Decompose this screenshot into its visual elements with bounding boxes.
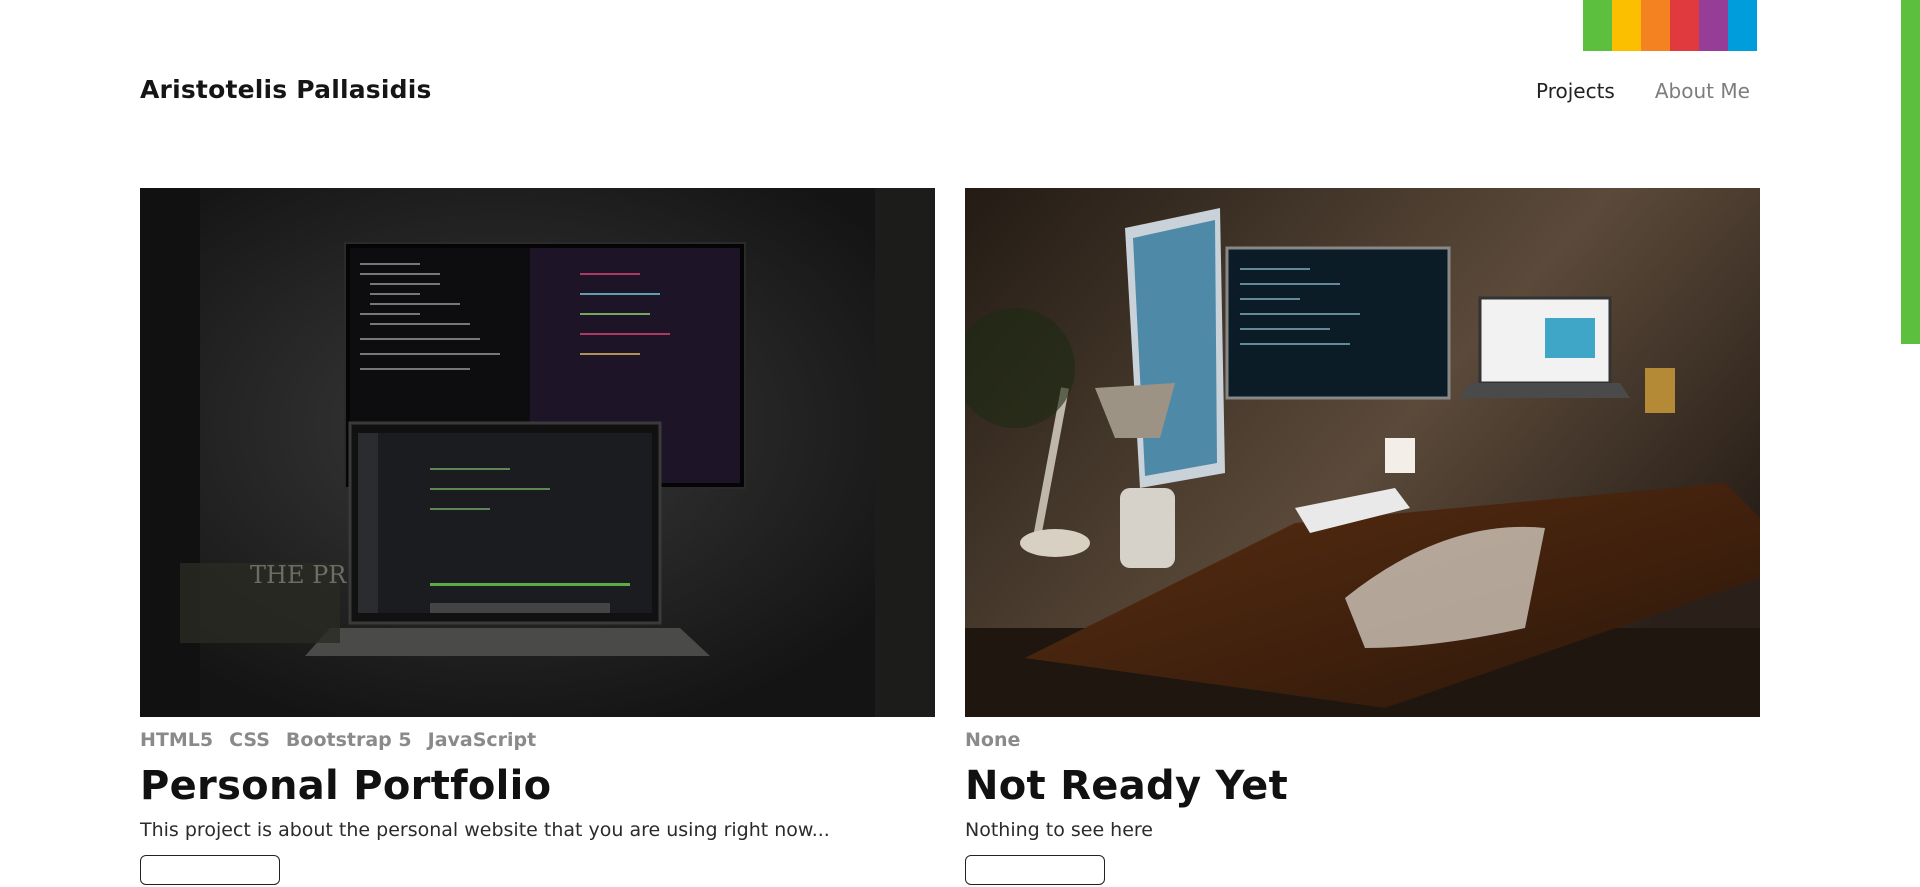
scroll-indicator[interactable] <box>1901 0 1920 344</box>
project-description: This project is about the personal websi… <box>140 819 830 841</box>
rainbow-segment <box>1612 0 1641 51</box>
project-view-button[interactable] <box>965 855 1105 885</box>
tag: JavaScript <box>427 729 537 751</box>
project-title[interactable]: Personal Portfolio <box>140 763 935 809</box>
rainbow-segment <box>1699 0 1728 51</box>
project-image[interactable]: THE PR <box>140 188 935 717</box>
tag: HTML5 <box>140 729 214 751</box>
project-card-not-ready-yet: None Not Ready Yet Nothing to see here <box>965 188 1760 885</box>
rainbow-segment <box>1583 0 1612 51</box>
tag: Bootstrap 5 <box>285 729 412 751</box>
project-view-button[interactable] <box>140 855 280 885</box>
rainbow-segment <box>1728 0 1757 51</box>
page: Aristotelis Pallasidis Projects About Me <box>0 0 1920 887</box>
tag: None <box>965 729 1021 751</box>
tag: CSS <box>229 729 270 751</box>
project-card-personal-portfolio: THE PR HTML5 CSS Bootstrap 5 JavaScript … <box>140 188 935 885</box>
brand-name[interactable]: Aristotelis Pallasidis <box>140 75 432 104</box>
project-image[interactable] <box>965 188 1760 717</box>
nav-item-projects[interactable]: Projects <box>1536 79 1615 103</box>
project-title[interactable]: Not Ready Yet <box>965 763 1760 809</box>
rainbow-segment <box>1670 0 1699 51</box>
nav-item-about-me[interactable]: About Me <box>1655 79 1750 103</box>
rainbow-strip <box>1583 0 1757 51</box>
main-nav: Projects About Me <box>1536 79 1750 103</box>
tag-list: HTML5 CSS Bootstrap 5 JavaScript <box>140 729 935 751</box>
project-description: Nothing to see here <box>965 819 1153 841</box>
svg-text:THE PR: THE PR <box>250 561 347 589</box>
tag-list: None <box>965 729 1760 751</box>
rainbow-segment <box>1641 0 1670 51</box>
